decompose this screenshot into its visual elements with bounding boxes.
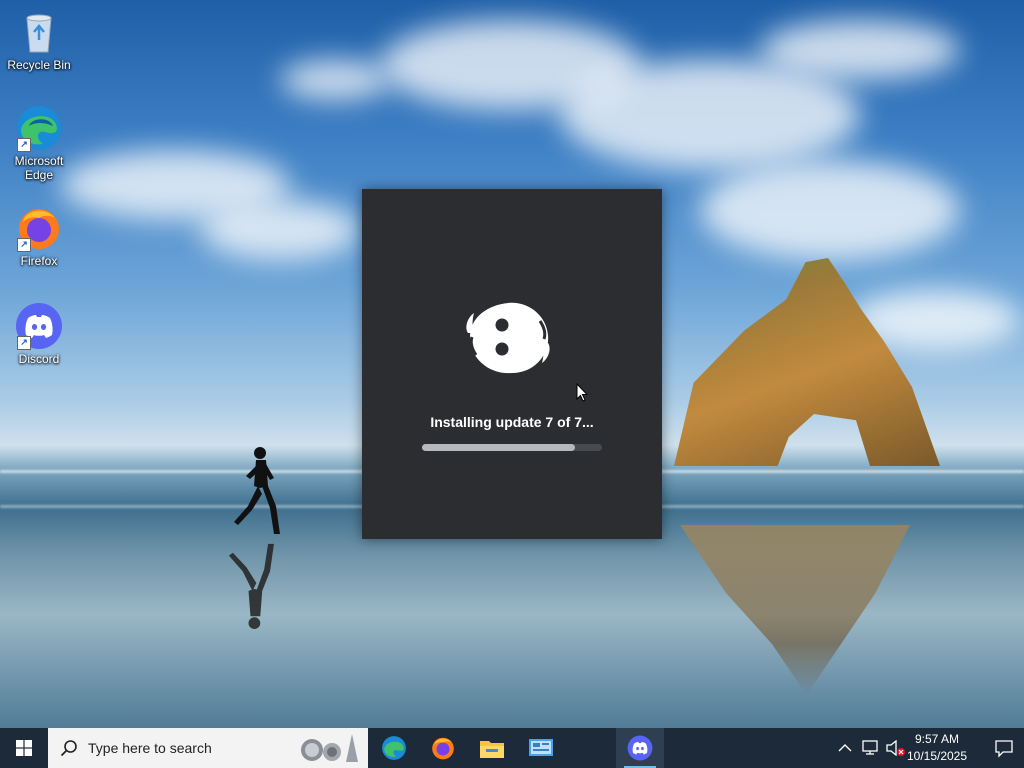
update-progress-bar — [422, 444, 602, 451]
taskbar-app-edge[interactable] — [370, 728, 418, 768]
network-disconnected-icon — [862, 740, 878, 755]
desktop-icon-label: Firefox — [20, 254, 58, 268]
desktop-icon-discord[interactable]: ↗ Discord — [4, 302, 74, 366]
taskbar-app-firefox[interactable] — [419, 728, 467, 768]
clock-time: 9:57 AM — [914, 732, 960, 746]
discord-icon: ↗ — [15, 302, 63, 350]
desktop-icon-label: Microsoft Edge — [14, 154, 64, 182]
start-button[interactable] — [0, 728, 48, 768]
runner-reflection — [228, 543, 274, 630]
discord-icon — [627, 735, 653, 761]
clock-date: 10/15/2025 — [906, 749, 968, 763]
recycle-bin-icon — [15, 8, 63, 56]
desktop-icon-edge[interactable]: ↗ Microsoft Edge — [4, 104, 74, 182]
chevron-up-icon — [838, 744, 852, 752]
tray-clock[interactable]: 9:57 AM 10/15/2025 — [902, 731, 972, 765]
taskbar: Type here to search 9:57 AM 10/15/2025 — [0, 728, 1024, 768]
rock-reflection — [680, 525, 910, 695]
desktop-icon-recycle-bin[interactable]: Recycle Bin — [4, 8, 74, 72]
taskbar-app-file-explorer[interactable] — [468, 728, 516, 768]
firefox-icon: ↗ — [15, 204, 63, 252]
tray-network[interactable] — [862, 728, 880, 768]
desktop-icon-label: Recycle Bin — [7, 58, 71, 72]
search-highlight-image-icon — [301, 734, 358, 762]
control-panel-icon — [529, 739, 553, 756]
discord-logo-icon — [466, 302, 550, 374]
desktop-icon-firefox[interactable]: ↗ Firefox — [4, 204, 74, 268]
mouse-cursor-icon — [576, 383, 588, 402]
edge-icon: ↗ — [15, 104, 63, 152]
shortcut-arrow-icon: ↗ — [17, 138, 31, 152]
tray-overflow-chevron[interactable] — [838, 728, 852, 768]
desktop-icon-label: Discord — [18, 352, 60, 366]
sea-arch-rock — [674, 258, 940, 466]
update-progress-fill — [422, 444, 575, 451]
action-center-icon[interactable] — [994, 738, 1014, 758]
taskbar-app-control-panel[interactable] — [517, 728, 565, 768]
taskbar-app-discord[interactable] — [616, 728, 664, 768]
folder-icon — [480, 741, 504, 758]
search-icon — [60, 740, 77, 757]
shortcut-arrow-icon: ↗ — [17, 238, 31, 252]
windows-logo-icon — [16, 740, 32, 756]
discord-update-splash: Installing update 7 of 7... — [362, 189, 662, 539]
taskbar-search-box[interactable]: Type here to search — [48, 728, 368, 768]
edge-icon — [382, 736, 406, 760]
firefox-icon — [432, 737, 454, 760]
update-status-text: Installing update 7 of 7... — [430, 414, 594, 430]
search-placeholder: Type here to search — [88, 740, 212, 756]
shortcut-arrow-icon: ↗ — [17, 336, 31, 350]
runner-silhouette — [234, 447, 280, 534]
